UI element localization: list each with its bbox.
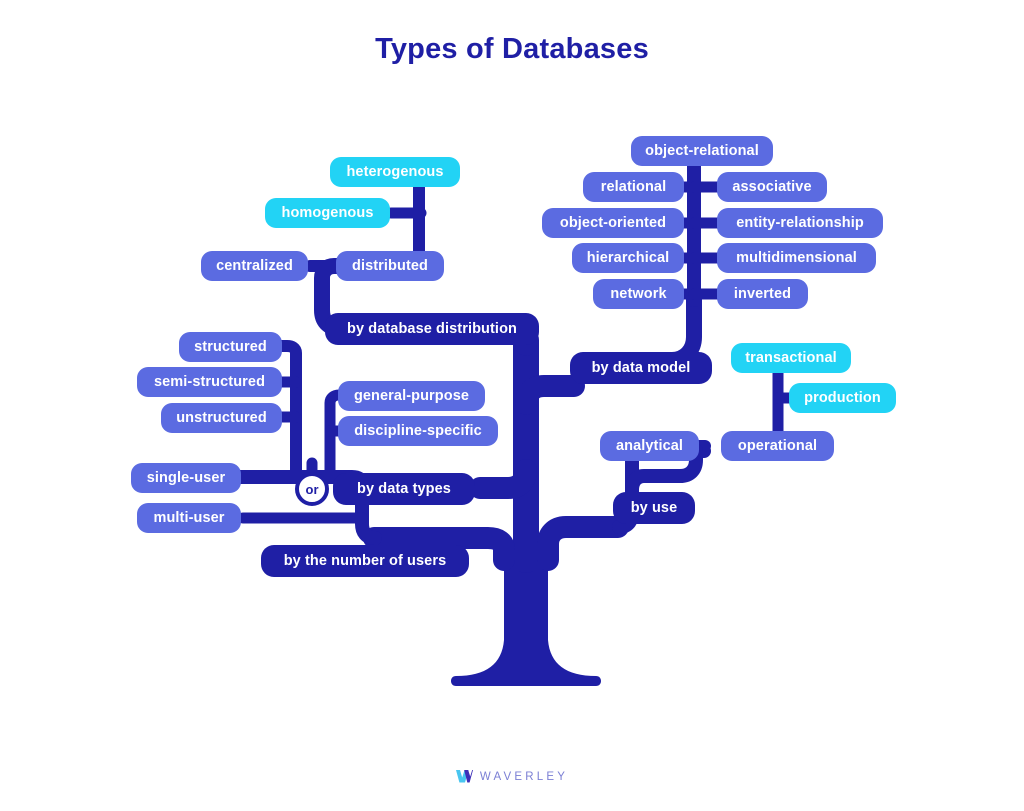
node-distributed[interactable]: distributed bbox=[336, 251, 444, 281]
node-multi-user[interactable]: multi-user bbox=[137, 503, 241, 533]
node-single-user[interactable]: single-user bbox=[131, 463, 241, 493]
page-title: Types of Databases bbox=[375, 33, 649, 65]
node-object-oriented[interactable]: object-oriented bbox=[542, 208, 684, 238]
node-associative[interactable]: associative bbox=[717, 172, 827, 202]
node-multidimensional[interactable]: multidimensional bbox=[717, 243, 876, 273]
node-homogenous[interactable]: homogenous bbox=[265, 198, 390, 228]
node-production[interactable]: production bbox=[789, 383, 896, 413]
stem-data-types-left bbox=[273, 340, 302, 476]
branch-by-use bbox=[537, 516, 629, 571]
node-entity-relationship[interactable]: entity-relationship bbox=[717, 208, 883, 238]
node-by-use[interactable]: by use bbox=[613, 492, 695, 524]
node-relational[interactable]: relational bbox=[583, 172, 684, 202]
waverley-w-logo-icon bbox=[455, 770, 473, 783]
node-hierarchical[interactable]: hierarchical bbox=[572, 243, 684, 273]
node-by-the-number-of-users[interactable]: by the number of users bbox=[261, 545, 469, 577]
node-heterogenous[interactable]: heterogenous bbox=[330, 157, 460, 187]
node-semi-structured[interactable]: semi-structured bbox=[137, 367, 282, 397]
footer: WAVERLEY bbox=[0, 770, 1024, 783]
node-operational[interactable]: operational bbox=[721, 431, 834, 461]
waverley-wordmark: WAVERLEY bbox=[479, 770, 569, 783]
node-by-data-types[interactable]: by data types bbox=[333, 473, 475, 505]
node-object-relational[interactable]: object-relational bbox=[631, 136, 773, 166]
node-inverted[interactable]: inverted bbox=[717, 279, 808, 309]
branch-by-data-types bbox=[469, 459, 537, 499]
node-centralized[interactable]: centralized bbox=[201, 251, 308, 281]
or-connector-node[interactable]: or bbox=[295, 472, 329, 506]
node-general-purpose[interactable]: general-purpose bbox=[338, 381, 485, 411]
diagram-canvas: Types of Databases heterogenous homogeno… bbox=[0, 0, 1024, 811]
node-discipline-specific[interactable]: discipline-specific bbox=[338, 416, 498, 446]
node-unstructured[interactable]: unstructured bbox=[161, 403, 282, 433]
branch-by-data-model bbox=[515, 375, 585, 415]
trunk-base bbox=[451, 560, 601, 686]
node-network[interactable]: network bbox=[593, 279, 684, 309]
node-structured[interactable]: structured bbox=[179, 332, 282, 362]
node-transactional[interactable]: transactional bbox=[731, 343, 851, 373]
node-by-database-distribution[interactable]: by database distribution bbox=[325, 313, 539, 345]
node-by-data-model[interactable]: by data model bbox=[570, 352, 712, 384]
node-analytical[interactable]: analytical bbox=[600, 431, 699, 461]
